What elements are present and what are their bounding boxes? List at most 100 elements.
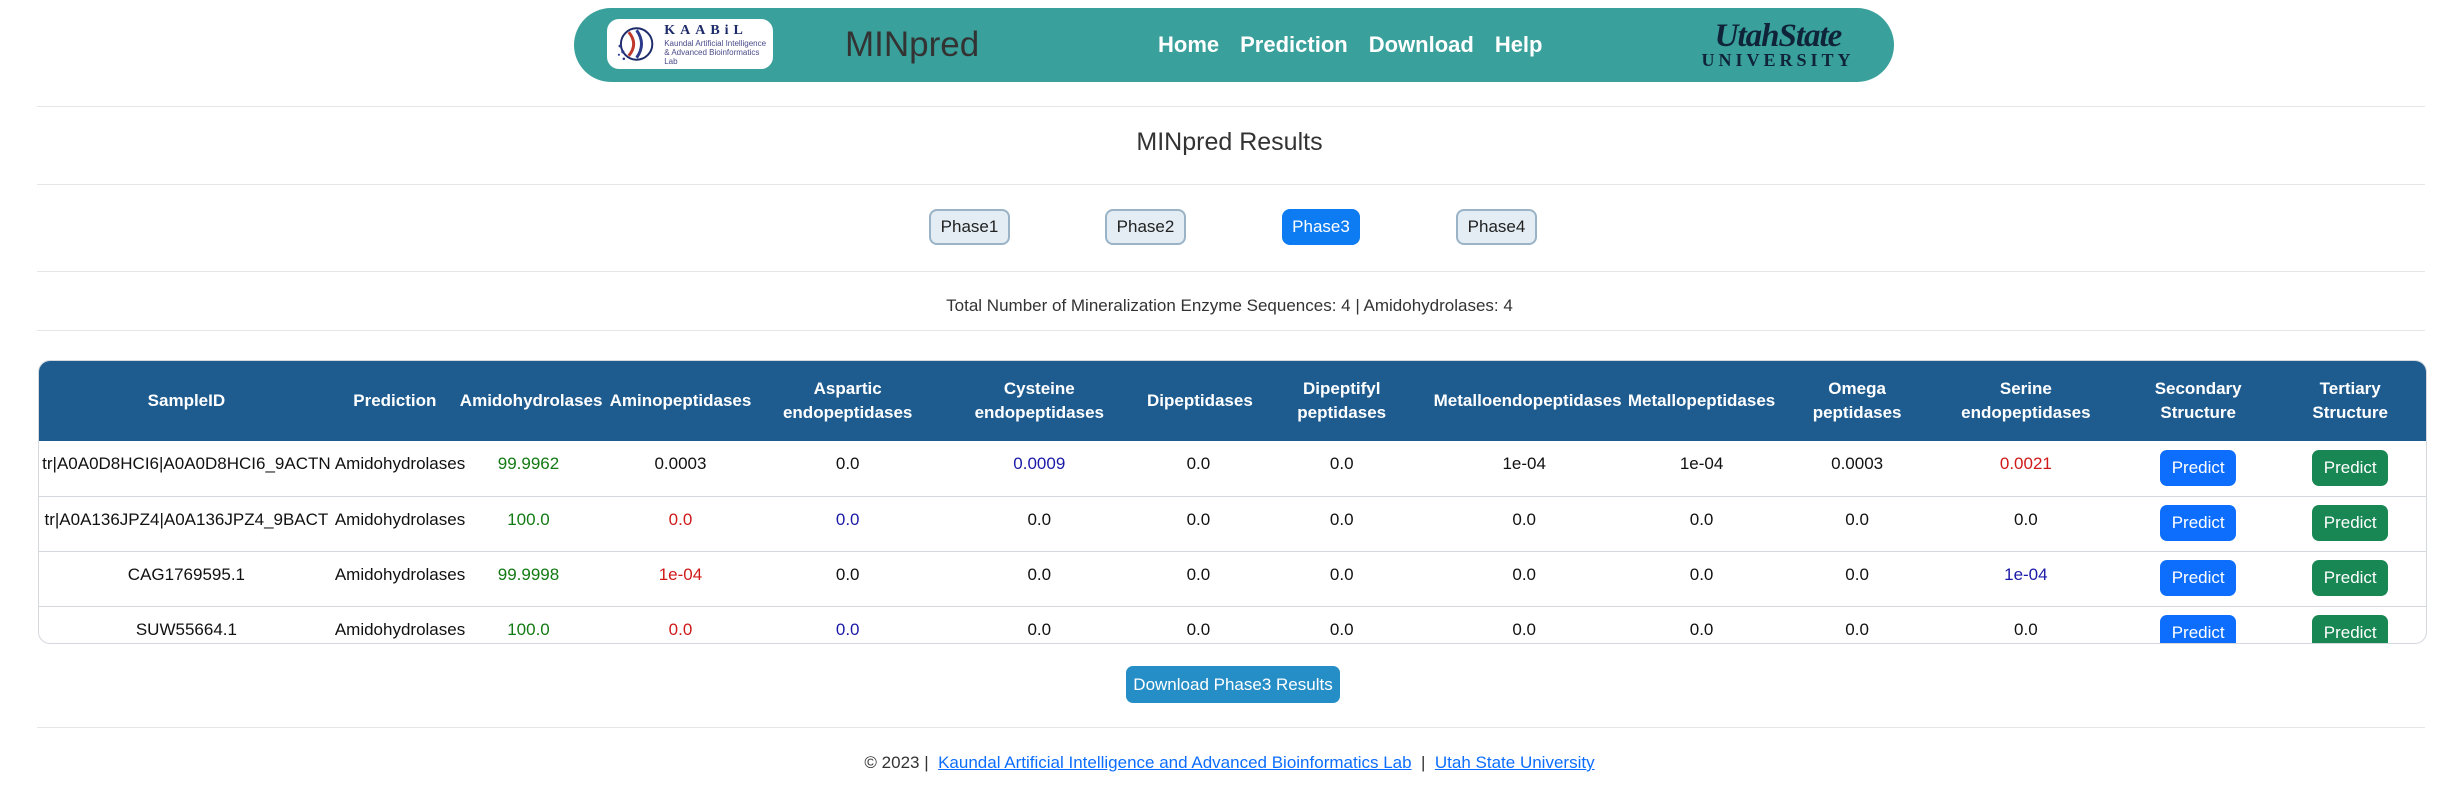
sample-id-cell: SUW55664.1 — [135, 619, 237, 639]
main-nav: Home Prediction Download Help — [1158, 32, 1564, 58]
score-cell: 0.0 — [835, 619, 860, 639]
column-header: Tertiary Structure — [2274, 361, 2426, 441]
score-cell: 1e-04 — [1502, 454, 1546, 473]
score-cell: 0.0003 — [654, 454, 707, 473]
divider — [37, 271, 2425, 272]
predict-secondary-structure-cell: Predict — [2122, 441, 2274, 496]
results-table: SampleID Prediction Amidohydrolases Aminope… — [38, 360, 2427, 644]
table-row: CAG1769595.1 Amidohydrolases 99.9998 1e-04 0… — [39, 551, 2426, 606]
kaabil-logo[interactable]: KAABiL Kaundal Artificial Intelligence &… — [607, 19, 773, 69]
predict-tertiary-structure-button[interactable]: Predict — [2312, 505, 2389, 541]
column-header-text: Prediction — [353, 391, 437, 410]
sample-id-cell: tr|A0A136JPZ4|A0A136JPZ4_9BACT — [44, 509, 329, 529]
predict-secondary-structure-button[interactable]: Predict — [2160, 560, 2237, 596]
predict-tertiary-structure-button[interactable]: Predict — [2312, 615, 2389, 643]
column-header-text: Dipeptidases — [1146, 391, 1253, 410]
score-cell: 1e-04 — [658, 564, 703, 584]
column-header: Metalloendopeptidases — [1430, 361, 1622, 441]
score-cell: 0.0 — [1845, 564, 1869, 584]
tab-phase2[interactable]: Phase2 — [1105, 209, 1186, 245]
nav-download[interactable]: Download — [1369, 32, 1474, 58]
score-cell: 0.0 — [1329, 509, 1354, 529]
predict-tertiary-structure-button[interactable]: Predict — [2312, 449, 2389, 486]
score-cell: 0.0 — [1329, 564, 1354, 584]
footer-lab-link[interactable]: Kaundal Artificial Intelligence and Adva… — [938, 753, 1411, 772]
page-title: MINpred Results — [1136, 128, 1323, 156]
score-cell: 0.0 — [835, 564, 860, 584]
score-cell: 0.0009 — [1013, 454, 1066, 473]
predict-tertiary-structure-button[interactable]: Predict — [2312, 560, 2389, 596]
nav-help[interactable]: Help — [1495, 32, 1543, 58]
score-cell: 0.0 — [835, 509, 860, 529]
predict-tertiary-structure-cell: Predict — [2274, 441, 2426, 496]
column-header-text: peptidases — [1297, 403, 1387, 422]
predict-tertiary-structure-cell: Predict — [2274, 496, 2426, 551]
predict-secondary-structure-button[interactable]: Predict — [2160, 505, 2237, 541]
results-summary: Total Number of Mineralization Enzyme Se… — [946, 296, 1513, 315]
navbar: KAABiL Kaundal Artificial Intelligence &… — [574, 8, 1894, 82]
utah-state-logo[interactable]: UtahState UNIVERSITY — [1698, 18, 1858, 70]
prediction-cell: Amidohydrolases — [334, 454, 466, 473]
column-header: SampleID — [39, 361, 334, 441]
table-body: tr|A0A0D8HCI6|A0A0D8HCI6_9ACTN Amidohydro… — [39, 441, 2426, 643]
prediction-cell: Amidohydrolases — [334, 564, 466, 584]
utah-state-logo-bottom: UNIVERSITY — [1701, 50, 1855, 70]
score-cell: 0.0 — [1512, 619, 1536, 639]
column-header-text: Aminopeptidases — [609, 391, 752, 410]
score-cell: 0.0 — [1186, 619, 1211, 639]
download-results-button[interactable]: Download Phase3 Results — [1126, 666, 1340, 703]
kaabil-logo-mark-icon — [617, 27, 654, 61]
score-cell: 1e-04 — [2004, 564, 2048, 584]
score-cell: 0.0 — [1845, 509, 1869, 529]
tab-phase1[interactable]: Phase1 — [929, 209, 1010, 245]
nav-home[interactable]: Home — [1158, 32, 1219, 58]
score-cell: 0.0 — [2014, 619, 2038, 639]
score-cell: 0.0 — [1027, 564, 1052, 584]
score-cell: 0.0 — [2014, 509, 2038, 529]
tab-phase4[interactable]: Phase4 — [1456, 209, 1537, 245]
score-cell: 0.0 — [1329, 454, 1354, 473]
utah-state-logo-top: UtahState — [1714, 18, 1843, 54]
score-cell: 100.0 — [507, 619, 550, 639]
footer-copyright: © 2023 | — [864, 753, 929, 772]
predict-tertiary-structure-cell: Predict — [2274, 551, 2426, 606]
score-cell: 0.0 — [1512, 564, 1536, 584]
logo-subtitle-line1: Kaundal Artificial Intelligence — [664, 38, 767, 48]
score-cell: 99.9998 — [497, 564, 560, 584]
prediction-cell: Amidohydrolases — [334, 509, 466, 529]
footer-university-link[interactable]: Utah State University — [1435, 753, 1595, 772]
column-header: Prediction — [334, 361, 456, 441]
score-cell: 0.0 — [668, 509, 693, 529]
column-header-text: Omega — [1828, 379, 1886, 398]
divider — [37, 330, 2425, 331]
score-cell: 0.0 — [1027, 619, 1052, 639]
column-header: Secondary Structure — [2122, 361, 2274, 441]
column-header: Omega peptidases — [1784, 361, 1929, 441]
column-header: Metallopeptidases — [1619, 361, 1785, 441]
score-cell: 0.0003 — [1831, 454, 1884, 473]
footer: © 2023 | Kaundal Artificial Intelligence… — [0, 753, 2459, 773]
column-header-text: Serine — [1999, 379, 2052, 398]
column-header: Dipeptifyl peptidases — [1254, 361, 1430, 441]
column-header-text: Aspartic — [813, 379, 882, 398]
footer-separator: | — [1421, 753, 1426, 772]
column-header: Amidohydrolases — [456, 361, 603, 441]
score-cell: 0.0 — [1689, 619, 1714, 639]
predict-secondary-structure-button[interactable]: Predict — [2160, 615, 2237, 643]
score-cell: 99.9962 — [497, 454, 560, 473]
score-cell: 1e-04 — [1679, 454, 1724, 473]
score-cell: 0.0 — [1027, 509, 1052, 529]
column-header: Aminopeptidases — [601, 361, 760, 441]
tab-phase3[interactable]: Phase3 — [1282, 209, 1360, 245]
score-cell: 0.0 — [1186, 454, 1211, 473]
column-header-text: Structure — [2312, 403, 2388, 422]
predict-secondary-structure-button[interactable]: Predict — [2160, 449, 2237, 486]
column-header: Aspartic endopeptidases — [760, 361, 936, 441]
column-header-text: Cysteine — [1003, 379, 1075, 398]
divider — [37, 184, 2425, 185]
logo-subtitle-line2: & Advanced Bioinformatics Lab — [664, 47, 760, 66]
nav-prediction[interactable]: Prediction — [1240, 32, 1348, 58]
column-header-text: Metalloendopeptidases — [1433, 391, 1622, 410]
predict-secondary-structure-cell: Predict — [2122, 606, 2274, 643]
column-header-text: peptidases — [1812, 403, 1902, 422]
